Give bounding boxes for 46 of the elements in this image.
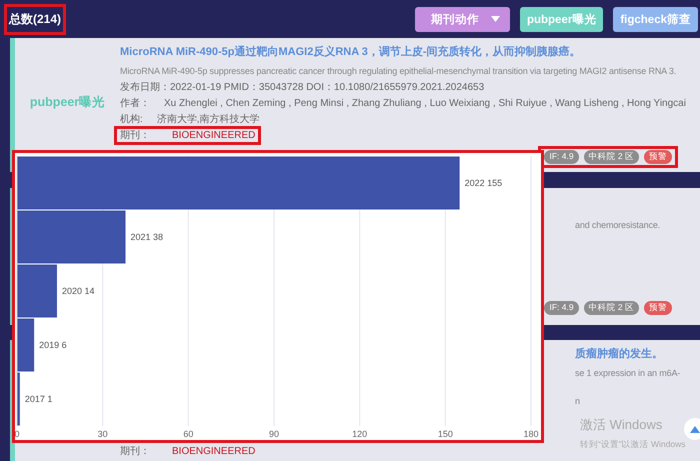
- category-label: 2017: [24, 394, 45, 404]
- action-button[interactable]: pubpeer曝光: [520, 6, 604, 32]
- bar-value-label: 14: [84, 286, 94, 296]
- axis-tick-label: 120: [352, 429, 368, 439]
- info-tag: IF: 4.9: [544, 301, 579, 315]
- category-label: 2021: [130, 232, 151, 242]
- warning-tag: 预警: [644, 301, 672, 315]
- axis-tick-label: 60: [183, 429, 194, 439]
- institution-label: 机构:: [120, 112, 143, 127]
- abstract-text: and chemoresistance.: [575, 219, 660, 232]
- bar-value-label: 38: [153, 232, 164, 242]
- journal-name: BIOENGINEERED: [172, 129, 256, 143]
- publication-meta: 发布日期：2022-01-19 PMID：35043728 DOI：10.1080/21655979.2021.2024653: [120, 80, 486, 95]
- journal-label: 期刊：: [120, 128, 150, 143]
- info-tag: IF: 4.9: [544, 150, 579, 164]
- total-count: 总数(214): [4, 4, 66, 34]
- journal-label: 期刊：: [120, 444, 150, 459]
- warning-tag: 预警: [644, 150, 672, 164]
- abstract-text: se 1 expression in an m6A-: [575, 367, 680, 380]
- paper-title-link[interactable]: MicroRNA MiR-490-5p通过靶向MAGI2反义RNA 3，调节上皮-间充质转化，从而抑制胰腺癌。: [120, 45, 694, 60]
- axis-tick-label: 180: [523, 429, 539, 439]
- status-label: pubpeer曝光: [30, 94, 106, 110]
- category-label: 2022: [464, 178, 485, 188]
- info-tag: 中科院 2 区: [584, 301, 639, 315]
- dropdown-button[interactable]: 期刊动作: [414, 6, 510, 32]
- bar-value-label: 155: [487, 178, 502, 188]
- bar-value-label: 6: [62, 340, 67, 350]
- abstract-text: n: [575, 395, 580, 408]
- category-label: 2019: [39, 340, 60, 350]
- axis-tick-label: 0: [15, 429, 20, 439]
- activation-hint: 转到“设置”以激活 Windows: [580, 439, 686, 451]
- info-tag: 中科院 2 区: [584, 150, 639, 164]
- activation-title: 激活 Windows: [580, 416, 662, 434]
- authors-label: 作者：: [120, 96, 150, 111]
- axis-tick-label: 30: [98, 429, 108, 439]
- action-button[interactable]: figcheck筛查: [613, 6, 698, 32]
- category-label: 2020: [62, 286, 82, 296]
- axis-tick-label: 150: [438, 429, 453, 439]
- authors-list: Xu Zhenglei , Chen Zeming , Peng Minsi , Zhang Zhuliang , Luo Weixiang , Shi Ruiyue , Wang Lisheng , Hong Yingcai: [164, 96, 686, 111]
- caret-down-icon: [490, 16, 500, 22]
- axis-tick-label: 90: [269, 429, 279, 439]
- institution-text: 济南大学,南方科技大学: [156, 112, 260, 127]
- abstract-text: MicroRNA MiR-490-5p suppresses pancreatic cancer through regulating epithelial-mesenchymal transition via targeting MAGI2 antisense RNA 3.: [120, 65, 678, 78]
- journal-name: BIOENGINEERED: [172, 445, 256, 459]
- paper-title-link[interactable]: 质瘤肿瘤的发生。: [575, 347, 663, 362]
- bar-value-label: 1: [47, 394, 52, 404]
